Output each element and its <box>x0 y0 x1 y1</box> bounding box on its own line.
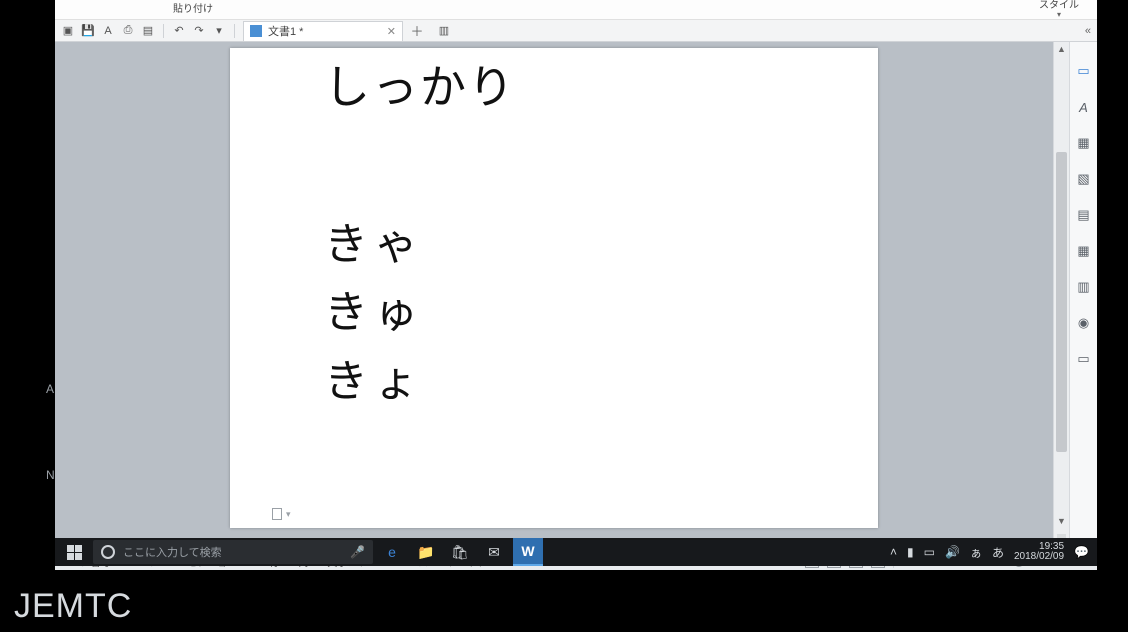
text-line-2: きゃ <box>324 211 784 279</box>
clock-date: 2018/02/09 <box>1014 552 1064 563</box>
ime-script-icon[interactable]: ぁ <box>970 544 982 561</box>
scroll-thumb[interactable] <box>1056 152 1067 452</box>
style-label: スタイル <box>1039 1 1079 11</box>
word-processor-window: 貼り付け スタイル ▾ ▣ 💾 A ⎙ ▤ ↶ ↷ ▾ <box>55 0 1097 570</box>
print-preview-icon[interactable]: ▤ <box>141 24 155 38</box>
network-icon[interactable]: ▮ <box>907 545 914 559</box>
quick-access-bar: ▣ 💾 A ⎙ ▤ ↶ ↷ ▾ 文書1 * ✕ ＋ ▥ <box>55 20 1097 42</box>
video-watermark: JEMTC <box>14 587 132 626</box>
taskbar-wps[interactable]: W <box>513 538 543 566</box>
scroll-up-icon[interactable]: ▲ <box>1054 42 1069 56</box>
chevron-down-icon: ▾ <box>1057 11 1061 19</box>
close-tab-icon[interactable]: ✕ <box>387 25 396 38</box>
page[interactable]: しっかり きゃ きゅ きょ ▾ <box>230 48 878 528</box>
new-tab-button[interactable]: ＋ <box>409 23 425 39</box>
page-icon <box>272 508 282 520</box>
camera-icon[interactable]: ◉ <box>1075 314 1093 332</box>
paste-button[interactable]: 貼り付け <box>173 5 213 15</box>
view-mode-icon[interactable]: ▥ <box>437 24 451 38</box>
taskbar-store[interactable]: 🛍 <box>445 538 475 566</box>
page-thumbnail-icon[interactable]: ▭ <box>1075 62 1093 80</box>
bg-letter-a: A <box>46 382 54 396</box>
document-area[interactable]: しっかり きゃ きゅ きょ ▾ <box>55 42 1053 552</box>
undo-icon[interactable]: ↶ <box>172 24 186 38</box>
document-tab[interactable]: 文書1 * ✕ <box>243 21 403 41</box>
search-placeholder: ここに入力して検索 <box>123 544 342 560</box>
microphone-icon[interactable]: 🎤 <box>350 545 365 559</box>
volume-icon[interactable]: 🔊 <box>945 545 960 559</box>
workspace: しっかり きゃ きゅ きょ ▾ ▲ <box>55 42 1097 552</box>
store-icon: 🛍 <box>451 544 469 561</box>
battery-icon[interactable]: ▭ <box>924 545 935 559</box>
print-icon[interactable]: ⎙ <box>121 24 135 38</box>
document-tab-title: 文書1 * <box>268 23 303 39</box>
cortana-icon <box>101 545 115 559</box>
font-icon[interactable]: A <box>1075 98 1093 116</box>
text-line-4: きょ <box>324 348 784 416</box>
windows-taskbar: ここに入力して検索 🎤 e 📁 🛍 ✉ W ˄ ▮ ▭ 🔊 ぁ あ 19:35 … <box>55 538 1097 566</box>
style-dropdown[interactable]: スタイル ▾ <box>1039 1 1079 19</box>
grid-icon[interactable]: ▧ <box>1075 170 1093 188</box>
text-line-3: きゅ <box>324 279 784 347</box>
mail-icon: ✉ <box>488 544 500 561</box>
folder-icon: 📁 <box>417 544 434 561</box>
ruler-icon[interactable]: ▦ <box>1075 134 1093 152</box>
more-icon[interactable]: ▾ <box>212 24 226 38</box>
taskbar-edge[interactable]: e <box>377 538 407 566</box>
action-center-icon[interactable]: 💬 <box>1074 545 1089 559</box>
clock[interactable]: 19:35 2018/02/09 <box>1014 542 1064 563</box>
save-icon[interactable]: 💾 <box>81 24 95 38</box>
page-footer-marker: ▾ <box>272 508 291 520</box>
side-panel: « ▭ A ▦ ▧ ▤ ▦ ▥ ◉ ▭ <box>1069 42 1097 552</box>
vertical-scrollbar[interactable]: ▲ ▼ <box>1053 42 1069 552</box>
properties-icon[interactable]: ▭ <box>1075 350 1093 368</box>
tray-expand-icon[interactable]: ˄ <box>890 545 897 559</box>
collapse-panel-icon[interactable]: « <box>1085 25 1091 37</box>
redo-icon[interactable]: ↷ <box>192 24 206 38</box>
ribbon-strip: 貼り付け スタイル ▾ <box>55 0 1097 20</box>
windows-logo-icon <box>67 545 82 560</box>
table-icon[interactable]: ▦ <box>1075 242 1093 260</box>
scroll-down-icon[interactable]: ▼ <box>1054 514 1069 528</box>
wps-icon: W <box>521 543 534 559</box>
layout-icon[interactable]: ▥ <box>1075 278 1093 296</box>
taskbar-search[interactable]: ここに入力して検索 🎤 <box>93 540 373 564</box>
clipboard-icon[interactable]: ▤ <box>1075 206 1093 224</box>
desktop: 貼り付け スタイル ▾ ▣ 💾 A ⎙ ▤ ↶ ↷ ▾ <box>55 0 1097 570</box>
text-line-1: しっかり <box>324 60 784 115</box>
edge-icon: e <box>388 544 396 560</box>
paste-label: 貼り付け <box>173 5 213 15</box>
system-tray: ˄ ▮ ▭ 🔊 ぁ あ 19:35 2018/02/09 💬 <box>890 542 1093 563</box>
start-button[interactable] <box>59 538 89 566</box>
taskbar-mail[interactable]: ✉ <box>479 538 509 566</box>
document-icon <box>250 25 262 37</box>
pdf-icon[interactable]: A <box>101 24 115 38</box>
taskbar-explorer[interactable]: 📁 <box>411 538 441 566</box>
chevron-down-icon: ▾ <box>286 509 291 520</box>
open-folder-icon[interactable]: ▣ <box>61 24 75 38</box>
bg-letter-n: N <box>46 468 55 482</box>
ime-mode-icon[interactable]: あ <box>992 544 1004 561</box>
